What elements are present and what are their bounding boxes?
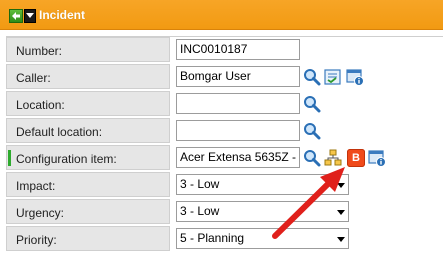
number-label: Number: bbox=[16, 44, 63, 58]
chevron-down-icon bbox=[337, 237, 345, 242]
context-menu-button[interactable] bbox=[24, 9, 36, 23]
configuration-item-field[interactable]: Acer Extensa 5635Z - bbox=[176, 147, 300, 168]
form-title: Incident bbox=[39, 8, 86, 22]
number-row: Number: INC0010187 bbox=[6, 37, 443, 64]
location-field[interactable] bbox=[176, 93, 300, 114]
location-label: Location: bbox=[16, 98, 65, 112]
default-location-field[interactable] bbox=[176, 120, 300, 141]
urgency-row: Urgency: 3 - Low bbox=[6, 199, 443, 226]
bomgar-session-button[interactable]: B bbox=[347, 149, 365, 167]
urgency-select[interactable]: 3 - Low bbox=[176, 201, 349, 222]
incident-form: Number: INC0010187 Caller: Bomgar User L… bbox=[6, 36, 443, 253]
chevron-down-icon bbox=[337, 210, 345, 215]
caller-field[interactable]: Bomgar User bbox=[176, 66, 300, 87]
urgency-label: Urgency: bbox=[16, 206, 65, 220]
location-row: Location: bbox=[6, 91, 443, 118]
caller-row: Caller: Bomgar User bbox=[6, 64, 443, 91]
priority-select[interactable]: 5 - Planning bbox=[176, 228, 349, 249]
default-location-lookup-search-icon[interactable] bbox=[303, 122, 321, 140]
priority-row: Priority: 5 - Planning bbox=[6, 226, 443, 253]
chevron-down-icon bbox=[337, 183, 345, 188]
mandatory-indicator bbox=[8, 150, 11, 166]
incident-header: Incident bbox=[0, 0, 443, 30]
caller-lookup-search-icon[interactable] bbox=[303, 68, 321, 86]
configuration-item-info-icon[interactable] bbox=[368, 149, 386, 167]
caller-info-icon[interactable] bbox=[346, 68, 364, 86]
back-arrow-icon bbox=[12, 12, 20, 20]
dependency-map-icon[interactable] bbox=[324, 149, 342, 167]
location-lookup-search-icon[interactable] bbox=[303, 95, 321, 113]
priority-value: 5 - Planning bbox=[180, 231, 245, 245]
number-field[interactable]: INC0010187 bbox=[176, 39, 300, 60]
default-location-row: Default location: bbox=[6, 118, 443, 145]
impact-select[interactable]: 3 - Low bbox=[176, 174, 349, 195]
impact-label: Impact: bbox=[16, 179, 56, 193]
default-location-label: Default location: bbox=[16, 125, 103, 139]
configuration-item-row: Configuration item: Acer Extensa 5635Z -… bbox=[6, 145, 443, 172]
dropdown-menu-icon bbox=[26, 13, 34, 18]
configuration-item-label: Configuration item: bbox=[16, 152, 117, 166]
priority-label: Priority: bbox=[16, 233, 57, 247]
caller-edit-icon[interactable] bbox=[324, 68, 342, 86]
urgency-value: 3 - Low bbox=[180, 204, 220, 218]
impact-value: 3 - Low bbox=[180, 177, 220, 191]
caller-label: Caller: bbox=[16, 71, 51, 85]
impact-row: Impact: 3 - Low bbox=[6, 172, 443, 199]
back-button[interactable] bbox=[9, 9, 23, 23]
configuration-item-lookup-search-icon[interactable] bbox=[303, 149, 321, 167]
